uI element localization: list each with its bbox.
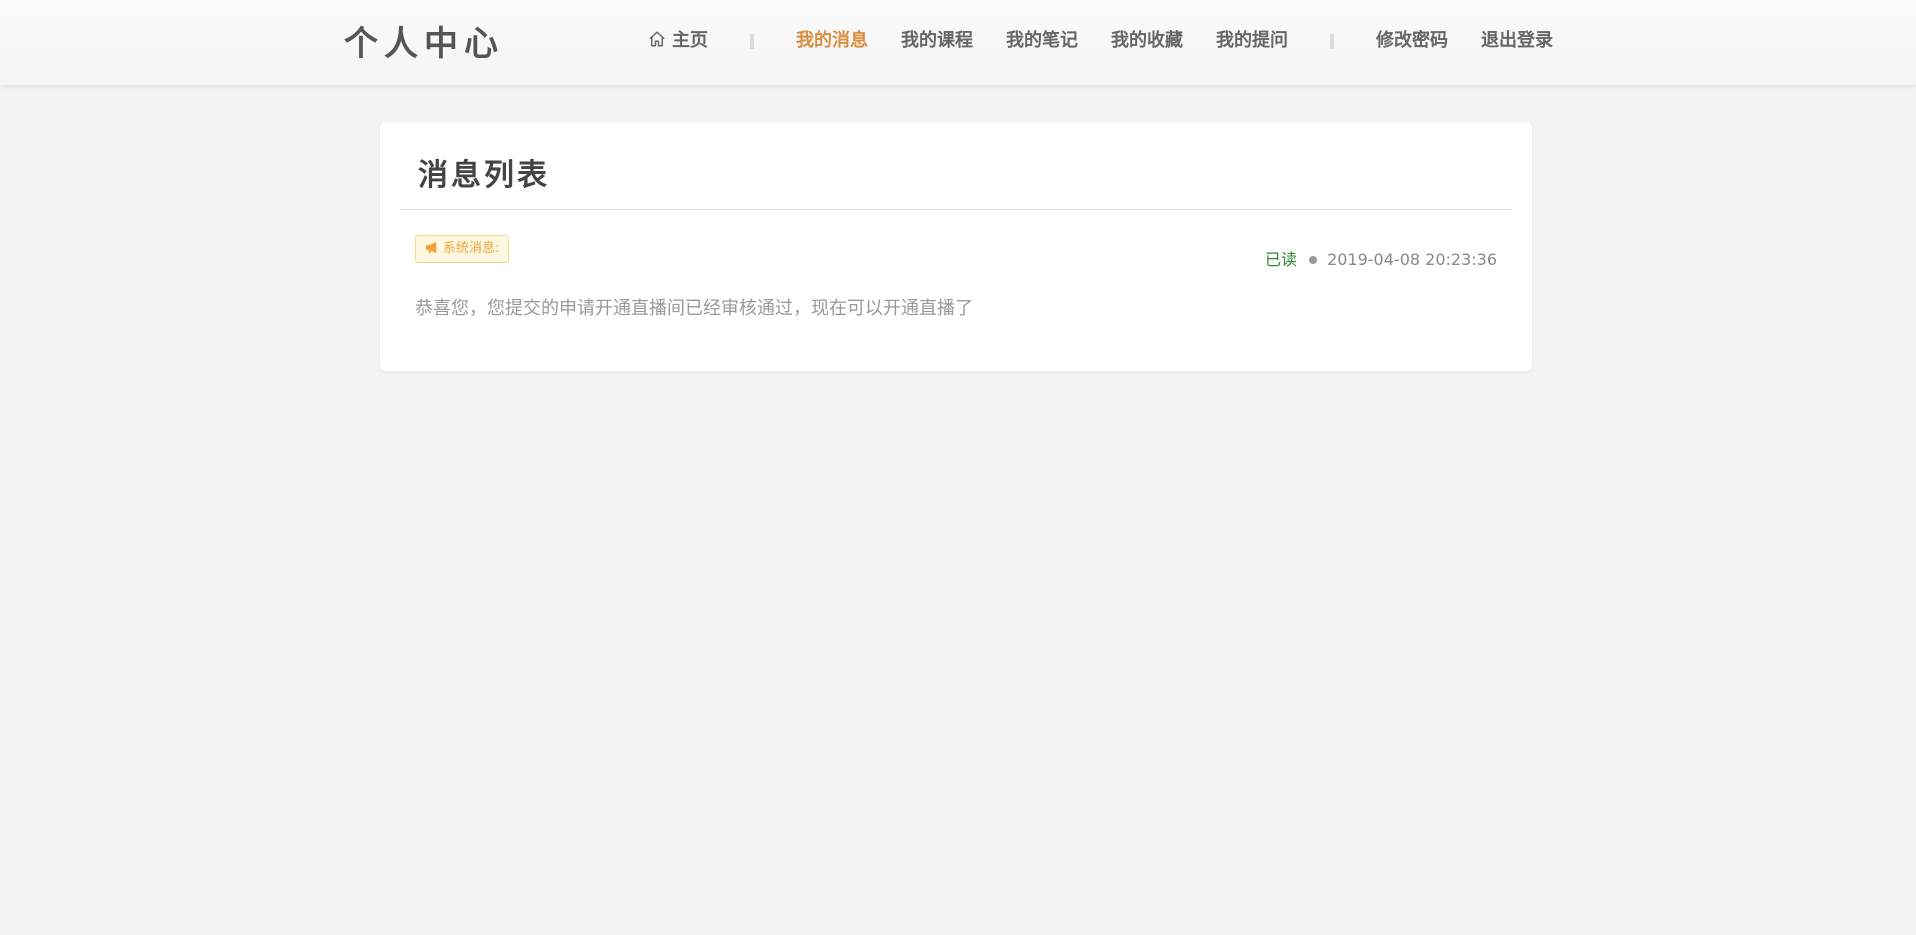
- nav-my-notes[interactable]: 我的笔记: [1006, 28, 1078, 54]
- nav-my-questions[interactable]: 我的提问: [1216, 28, 1288, 54]
- megaphone-icon: [426, 241, 437, 254]
- page-title: 消息列表: [418, 158, 550, 193]
- top-navigation-bar: 个人中心 主页 我的消息 我的课程 我的笔记 我的收藏 我的提问 修改密码 退出…: [0, 0, 1916, 85]
- message-content[interactable]: 恭喜您，您提交的申请开通直播间已经审核通过，现在可以开通直播了: [415, 294, 973, 320]
- nav-change-password[interactable]: 修改密码: [1376, 28, 1448, 54]
- nav-separator: [750, 34, 754, 49]
- home-icon: [649, 31, 665, 47]
- nav-my-favorites[interactable]: 我的收藏: [1111, 28, 1183, 54]
- message-type-label: 系统消息:: [443, 241, 500, 256]
- status-dot: [1309, 256, 1318, 264]
- message-type-badge: 系统消息:: [415, 235, 510, 263]
- message-list-card: 消息列表 系统消息: 已读 2019-04-08 20:23:36 恭喜您，您提交…: [380, 122, 1532, 371]
- nav-logout[interactable]: 退出登录: [1481, 28, 1553, 54]
- title-divider: [400, 209, 1512, 210]
- nav-separator: [1330, 34, 1334, 49]
- main-nav: 主页 我的消息 我的课程 我的笔记 我的收藏 我的提问 修改密码 退出登录: [0, 0, 1916, 85]
- nav-home-label: 主页: [672, 30, 708, 51]
- message-time: 2019-04-08 20:23:36: [1327, 250, 1497, 269]
- message-status: 已读 2019-04-08 20:23:36: [1265, 249, 1497, 271]
- nav-my-messages[interactable]: 我的消息: [796, 28, 868, 54]
- nav-home[interactable]: 主页: [648, 28, 708, 54]
- nav-my-courses[interactable]: 我的课程: [901, 28, 973, 54]
- read-status: 已读: [1265, 250, 1298, 269]
